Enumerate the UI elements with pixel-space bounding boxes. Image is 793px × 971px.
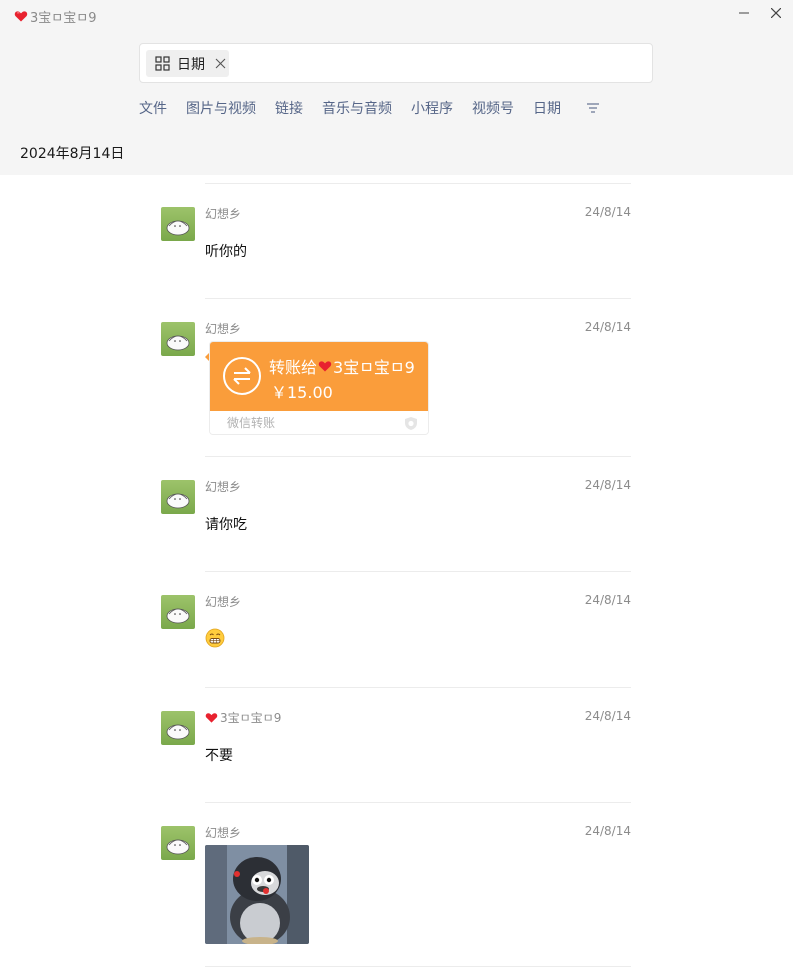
grimacing-face-icon	[205, 628, 225, 648]
message-time: 24/8/14	[584, 205, 631, 219]
divider	[205, 687, 631, 688]
message-time: 24/8/14	[584, 709, 631, 723]
filter-date-label: 日期	[533, 101, 561, 117]
avatar-image	[166, 335, 190, 351]
avatar[interactable]	[161, 322, 195, 356]
divider	[205, 298, 631, 299]
avatar-image	[166, 608, 190, 624]
close-icon	[771, 8, 781, 18]
grid-icon	[155, 56, 170, 71]
avatar-image	[166, 724, 190, 740]
sender-name: 幻想乡	[205, 207, 242, 221]
shield-icon	[405, 417, 417, 430]
divider	[205, 183, 631, 184]
date-heading: 2024年8月14日	[20, 146, 125, 162]
transfer-card[interactable]: 转账给 3宝ㅁ宝ㅁ9 ￥15.00 微信转账	[209, 341, 429, 435]
window-title-text: 3宝ㅁ宝ㅁ9	[30, 10, 97, 26]
avatar[interactable]	[161, 480, 195, 514]
divider	[205, 456, 631, 457]
window-title: 3宝ㅁ宝ㅁ9	[14, 7, 97, 26]
message-text: 不要	[205, 748, 233, 764]
sender-name: 幻想乡	[205, 322, 242, 336]
header-area: 3宝ㅁ宝ㅁ9 日期 文件 图片与视频 链接 音乐与音频 小程序 视频号 日期 2…	[0, 0, 793, 175]
message-time: 24/8/14	[584, 320, 631, 334]
message-time: 24/8/14	[584, 824, 631, 838]
avatar[interactable]	[161, 595, 195, 629]
sort-filter-icon	[587, 103, 599, 113]
filter-date[interactable]: 日期	[533, 98, 600, 118]
divider	[205, 966, 631, 967]
close-window-button[interactable]	[763, 2, 789, 24]
message-time: 24/8/14	[584, 478, 631, 492]
heart-icon	[14, 9, 28, 23]
avatar[interactable]	[161, 711, 195, 745]
avatar[interactable]	[161, 207, 195, 241]
avatar[interactable]	[161, 826, 195, 860]
transfer-footer: 微信转账	[210, 411, 428, 434]
heart-icon	[205, 711, 218, 724]
filter-images-videos[interactable]: 图片与视频	[186, 98, 256, 118]
divider	[205, 571, 631, 572]
filter-links[interactable]: 链接	[275, 98, 303, 118]
message-time: 24/8/14	[584, 593, 631, 607]
filter-music-audio[interactable]: 音乐与音频	[322, 98, 392, 118]
message-text: 请你吃	[205, 517, 247, 533]
chip-close-icon[interactable]	[215, 58, 226, 69]
heart-icon	[318, 359, 332, 373]
penguin-sticker[interactable]	[205, 845, 309, 944]
sender-name: 幻想乡	[205, 595, 242, 609]
message-text: 听你的	[205, 244, 247, 260]
transfer-card-body: 转账给 3宝ㅁ宝ㅁ9 ￥15.00	[210, 342, 428, 411]
chip-label: 日期	[177, 56, 205, 73]
transfer-title: 转账给 3宝ㅁ宝ㅁ9	[269, 358, 415, 377]
date-filter-chip[interactable]: 日期	[146, 50, 229, 77]
avatar-image	[166, 839, 190, 855]
search-bar[interactable]: 日期	[139, 43, 653, 83]
sender-name: 3宝ㅁ宝ㅁ9	[205, 709, 281, 726]
filter-files[interactable]: 文件	[139, 98, 167, 118]
avatar-image	[166, 493, 190, 509]
filter-channels[interactable]: 视频号	[472, 98, 514, 118]
message-list[interactable]: 幻想乡 24/8/14 听你的 幻想乡 24/8/14 转账给 3宝ㅁ宝ㅁ9 ￥…	[0, 175, 793, 971]
divider	[205, 802, 631, 803]
avatar-image	[166, 220, 190, 236]
sender-name: 幻想乡	[205, 480, 242, 494]
minimize-button[interactable]	[731, 2, 757, 24]
transfer-icon	[223, 357, 261, 395]
filter-tabs: 文件 图片与视频 链接 音乐与音频 小程序 视频号 日期	[139, 98, 619, 118]
minimize-icon	[739, 12, 749, 14]
penguin-sticker-image	[205, 845, 309, 944]
filter-mini-programs[interactable]: 小程序	[411, 98, 453, 118]
transfer-amount: ￥15.00	[271, 383, 333, 402]
sender-name: 幻想乡	[205, 826, 242, 840]
